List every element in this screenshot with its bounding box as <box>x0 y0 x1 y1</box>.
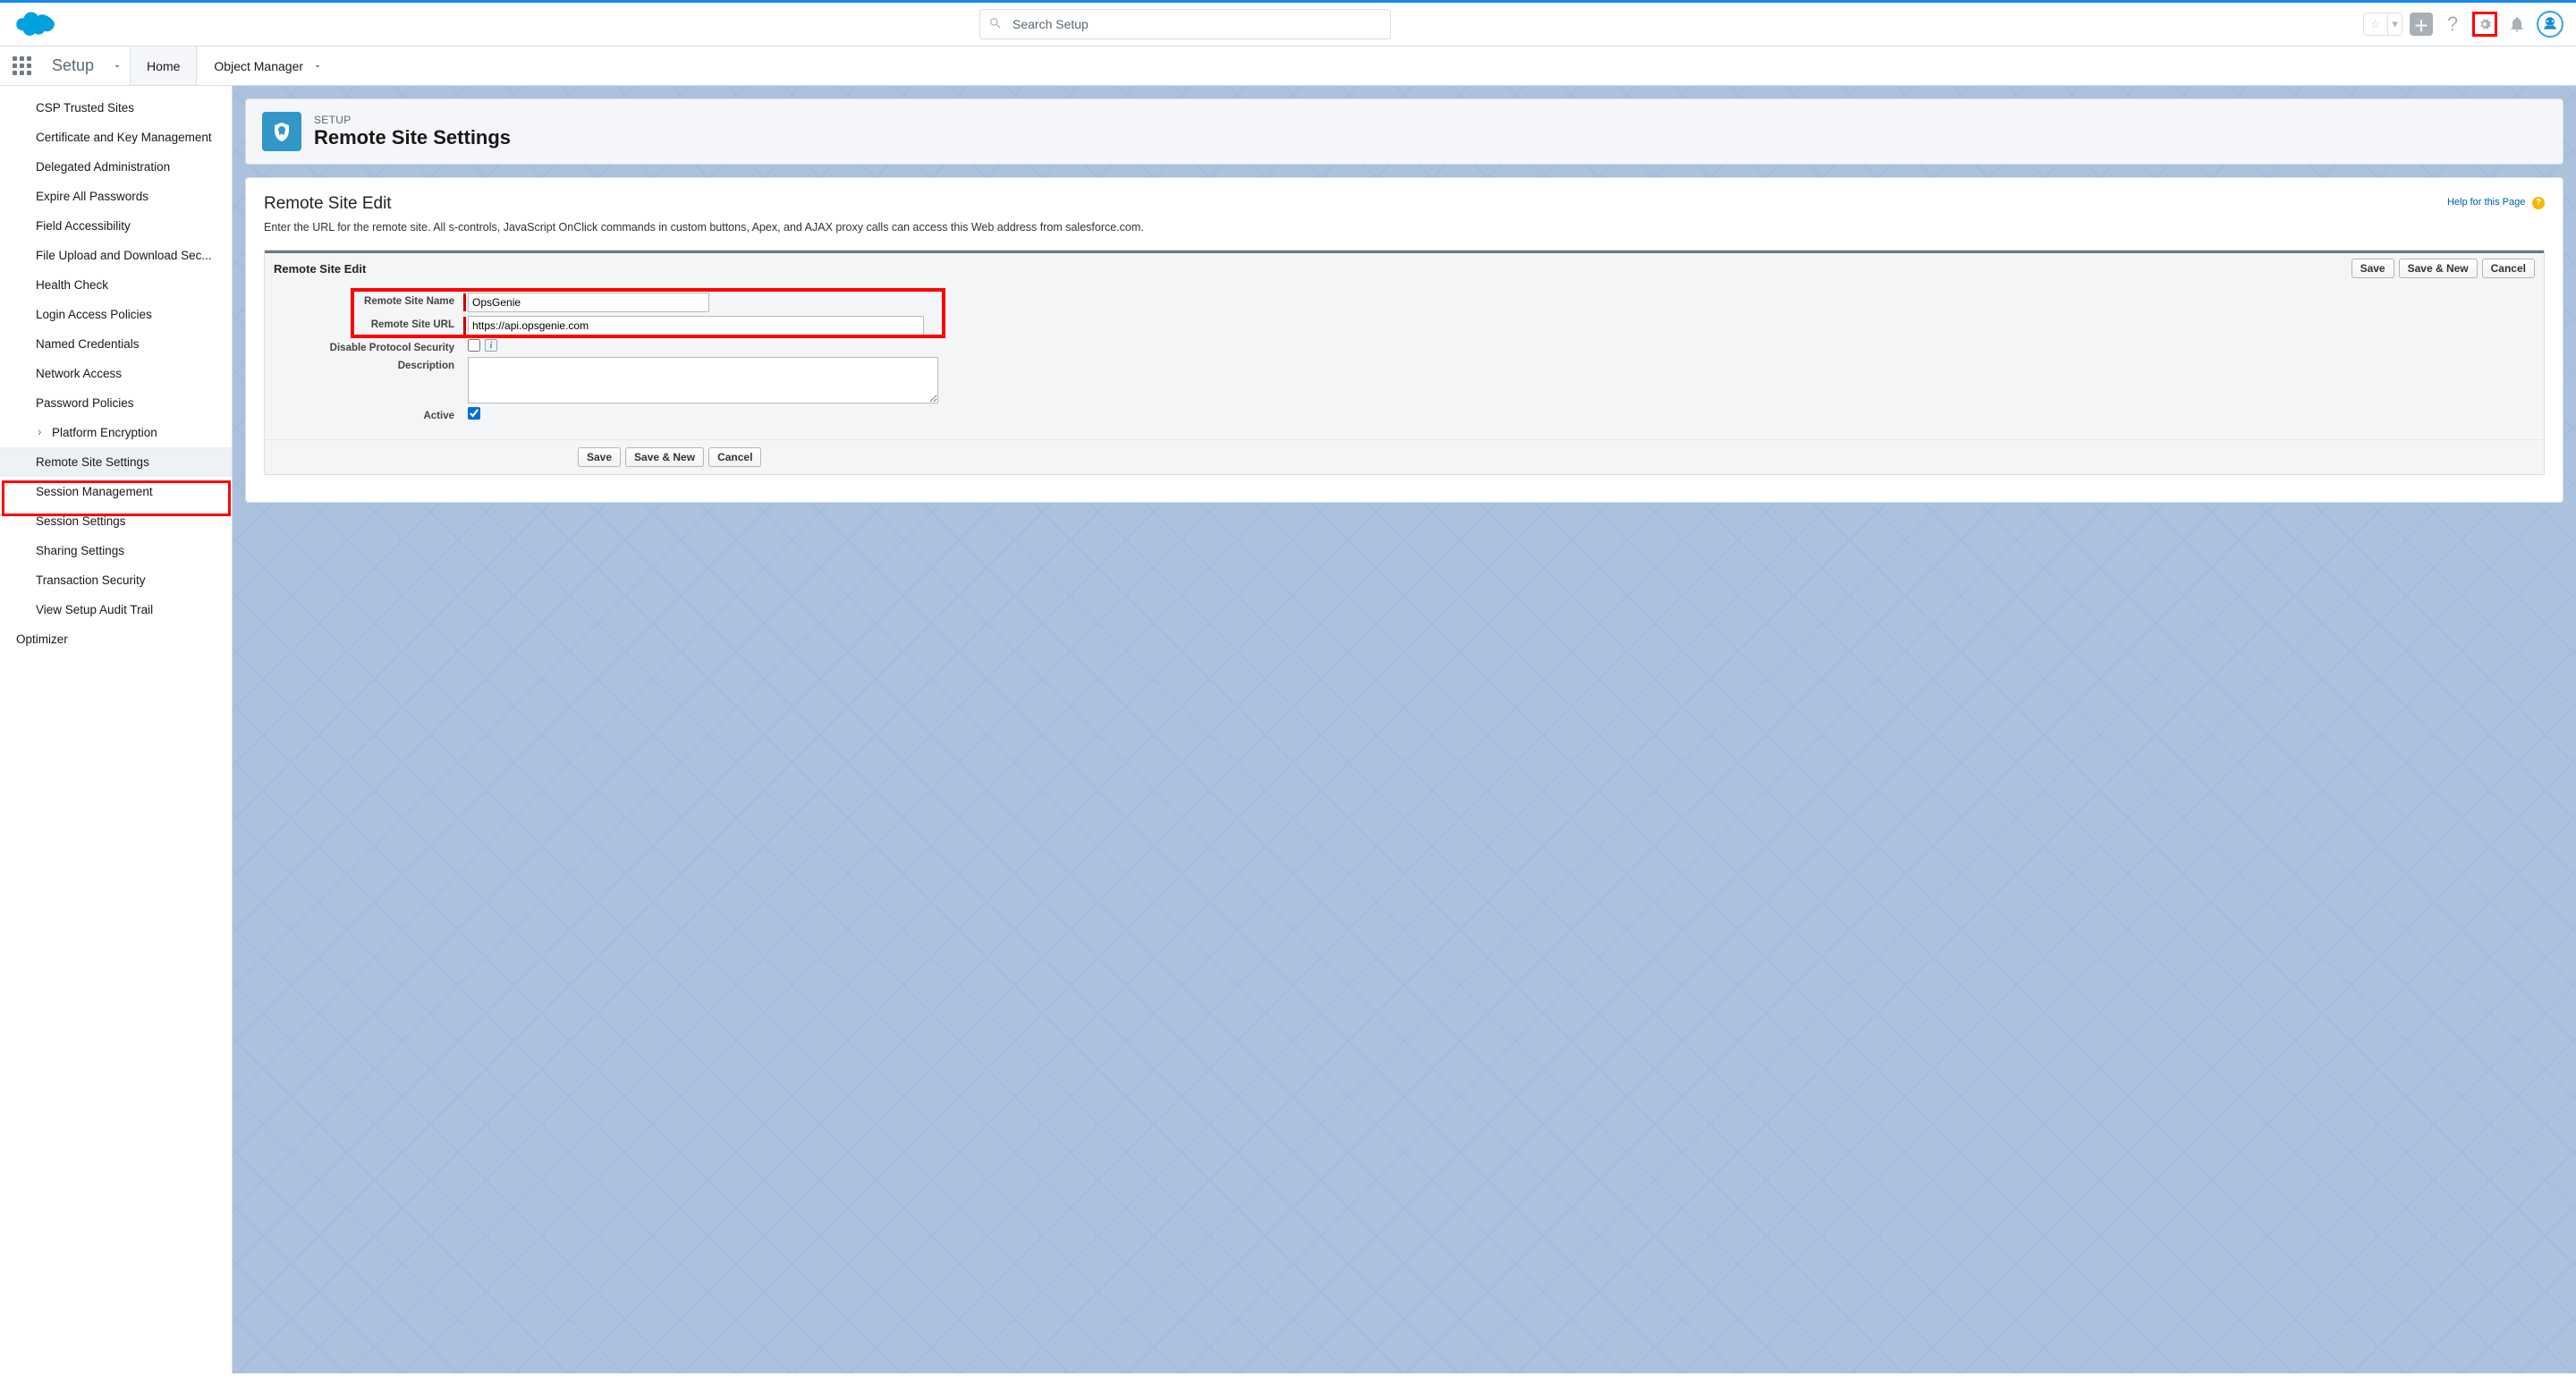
label-remote-site-name: Remote Site Name <box>275 293 463 307</box>
label-disable-protocol: Disable Protocol Security <box>275 339 463 353</box>
sidebar-item-health-check[interactable]: Health Check <box>0 270 232 300</box>
cancel-button-bottom[interactable]: Cancel <box>708 447 761 467</box>
help-icon[interactable]: ? <box>2440 12 2465 37</box>
search-icon <box>988 16 1003 30</box>
page-header: SETUP Remote Site Settings <box>245 98 2563 165</box>
global-header: ☆ ▾ ＋ ? <box>0 0 2576 47</box>
sidebar-item-delegated-admin[interactable]: Delegated Administration <box>0 152 232 182</box>
gear-icon <box>2477 16 2493 32</box>
sidebar-item-audit-trail[interactable]: View Setup Audit Trail <box>0 595 232 624</box>
panel-heading: Remote Site Edit <box>264 194 392 214</box>
sidebar-item-optimizer[interactable]: Optimizer <box>0 624 232 654</box>
sidebar-item-expire-passwords[interactable]: Expire All Passwords <box>0 182 232 211</box>
sidebar-item-network-access[interactable]: Network Access <box>0 359 232 388</box>
label-remote-site-url: Remote Site URL <box>275 316 463 330</box>
panel-description: Enter the URL for the remote site. All s… <box>264 221 2545 234</box>
label-description: Description <box>275 357 463 371</box>
sidebar-item-cert-key[interactable]: Certificate and Key Management <box>0 123 232 152</box>
label-active: Active <box>275 407 463 421</box>
block-title: Remote Site Edit <box>274 262 569 276</box>
save-button-bottom[interactable]: Save <box>578 447 621 467</box>
help-link[interactable]: Help for this Page ? <box>2447 194 2545 209</box>
button-row-bottom: Save Save & New Cancel <box>578 447 761 467</box>
form-block: Remote Site Edit Save Save & New Cancel … <box>264 250 2545 475</box>
active-checkbox[interactable] <box>468 407 480 420</box>
tab-object-manager[interactable]: Object Manager <box>197 47 340 85</box>
global-add-button[interactable]: ＋ <box>2410 13 2433 36</box>
sidebar-item-sharing-settings[interactable]: Sharing Settings <box>0 536 232 565</box>
help-bubble-icon: ? <box>2532 197 2545 209</box>
setup-sidebar: CSP Trusted Sites Certificate and Key Ma… <box>0 86 233 1373</box>
sidebar-item-named-credentials[interactable]: Named Credentials <box>0 329 232 359</box>
sidebar-item-file-upload[interactable]: File Upload and Download Sec... <box>0 241 232 270</box>
shield-icon <box>262 112 301 151</box>
search-input[interactable] <box>979 9 1391 39</box>
sidebar-item-password-policies[interactable]: Password Policies <box>0 388 232 418</box>
salesforce-logo <box>13 8 61 40</box>
cancel-button[interactable]: Cancel <box>2482 259 2535 278</box>
user-avatar[interactable] <box>2537 11 2563 38</box>
setup-app-name[interactable]: Setup <box>45 47 130 85</box>
sidebar-item-platform-encryption[interactable]: Platform Encryption <box>0 418 232 447</box>
remote-site-url-input[interactable] <box>468 316 924 336</box>
app-launcher-icon[interactable] <box>9 47 34 85</box>
info-icon[interactable]: i <box>485 339 497 352</box>
header-actions: ☆ ▾ ＋ ? <box>2363 11 2563 38</box>
main-content: SETUP Remote Site Settings Remote Site E… <box>233 86 2576 1373</box>
chevron-down-icon: ▾ <box>2387 13 2402 35</box>
sidebar-item-transaction-security[interactable]: Transaction Security <box>0 565 232 595</box>
chevron-down-icon <box>312 61 323 72</box>
notifications-icon[interactable] <box>2504 12 2529 37</box>
chevron-down-icon <box>112 61 123 72</box>
highlight-annotation <box>2 480 231 516</box>
page-eyebrow: SETUP <box>314 114 511 126</box>
button-row-top: Save Save & New Cancel <box>2351 259 2535 278</box>
save-new-button-bottom[interactable]: Save & New <box>625 447 704 467</box>
save-button[interactable]: Save <box>2351 259 2394 278</box>
save-new-button[interactable]: Save & New <box>2399 259 2478 278</box>
sidebar-item-field-accessibility[interactable]: Field Accessibility <box>0 211 232 241</box>
page-title: Remote Site Settings <box>314 126 511 149</box>
favorites-dropdown[interactable]: ☆ ▾ <box>2363 13 2402 36</box>
edit-panel: Remote Site Edit Help for this Page ? En… <box>245 177 2563 503</box>
sidebar-item-csp[interactable]: CSP Trusted Sites <box>0 93 232 123</box>
sidebar-item-remote-site-settings[interactable]: Remote Site Settings <box>0 447 232 477</box>
remote-site-name-input[interactable] <box>468 293 709 312</box>
setup-navbar: Setup Home Object Manager <box>0 47 2576 86</box>
star-icon: ☆ <box>2364 17 2387 31</box>
tab-home[interactable]: Home <box>130 47 197 85</box>
sidebar-item-login-policies[interactable]: Login Access Policies <box>0 300 232 329</box>
setup-gear-button[interactable] <box>2472 12 2497 37</box>
description-textarea[interactable] <box>468 357 938 403</box>
global-search <box>979 9 1391 39</box>
disable-protocol-checkbox[interactable] <box>468 339 480 352</box>
